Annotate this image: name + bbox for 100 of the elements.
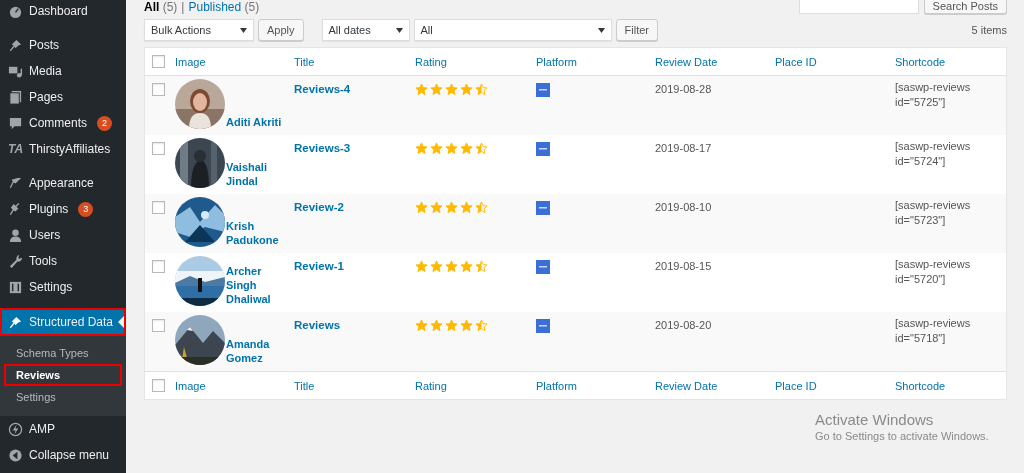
half-star-icon	[475, 142, 488, 155]
submenu-item[interactable]: Schema Types	[4, 342, 122, 364]
search-button[interactable]: Search Posts	[923, 0, 1007, 14]
collapse-icon	[8, 447, 23, 463]
platform-icon	[536, 319, 550, 333]
review-title-link[interactable]: Review-2	[294, 201, 344, 213]
menu-item[interactable]: Tools	[0, 248, 126, 274]
search-field[interactable]	[798, 0, 919, 14]
column-header[interactable]: Place ID	[775, 55, 817, 68]
row-checkbox[interactable]	[152, 260, 165, 273]
activation-notice-text: Go to Settings to activate Windows.	[815, 430, 989, 442]
menu-item[interactable]: Appearance	[0, 170, 126, 196]
star-icon	[430, 83, 443, 96]
column-header[interactable]: Platform	[536, 55, 577, 68]
platform-dropdown[interactable]: All	[413, 19, 612, 41]
column-header[interactable]: Rating	[415, 379, 447, 392]
column-header[interactable]: Review Date	[655, 379, 718, 392]
star-icon	[460, 319, 473, 332]
column-header[interactable]: Platform	[536, 379, 577, 392]
menu-item[interactable]: Dashboard	[0, 0, 126, 24]
row-checkbox[interactable]	[152, 319, 165, 332]
row-checkbox[interactable]	[152, 142, 165, 155]
pin-icon	[8, 314, 23, 330]
row-checkbox[interactable]	[152, 83, 165, 96]
column-header[interactable]: Review Date	[655, 55, 718, 68]
shortcode-text: [saswp-reviews id="5724"]	[895, 139, 972, 169]
column-header[interactable]: Image	[175, 379, 206, 392]
date-dropdown[interactable]: All dates	[321, 19, 410, 41]
star-icon	[430, 319, 443, 332]
menu-item[interactable]: Structured Data	[0, 308, 126, 336]
items-count: 5 items	[971, 24, 1007, 36]
count-badge: 2	[97, 115, 112, 131]
menu-item[interactable]: Collapse menu	[0, 442, 126, 468]
review-date: 2019-08-17	[655, 142, 712, 154]
menu-item[interactable]: Pages	[0, 84, 126, 110]
caret-icon	[240, 27, 247, 33]
reviewer-name[interactable]: Aditi Akriti	[226, 115, 282, 129]
star-icon	[415, 260, 428, 273]
half-star-icon	[475, 319, 488, 332]
review-title-link[interactable]: Reviews-4	[294, 83, 351, 95]
select-all-checkbox[interactable]	[152, 379, 165, 392]
menu-item[interactable]: Settings	[0, 274, 126, 300]
column-header[interactable]: Title	[294, 55, 315, 68]
star-icon	[460, 260, 473, 273]
column-header[interactable]: Shortcode	[895, 379, 946, 392]
menu-item[interactable]: Users	[0, 222, 126, 248]
sliders-icon	[8, 279, 23, 295]
filter-button[interactable]: Filter	[615, 19, 658, 41]
star-icon	[415, 319, 428, 332]
star-icon	[460, 201, 473, 214]
review-title-link[interactable]: Reviews	[294, 319, 341, 331]
half-star-icon	[475, 201, 488, 214]
review-date: 2019-08-15	[655, 260, 712, 272]
reviewer-name[interactable]: Vaishali Jindal	[226, 160, 290, 188]
star-icon	[415, 142, 428, 155]
column-header[interactable]: Rating	[415, 55, 447, 68]
filter-link[interactable]: Published (5)	[188, 0, 260, 14]
reviewer-name[interactable]: Archer Singh Dhaliwal	[226, 264, 290, 306]
lightning-icon	[8, 421, 23, 437]
select-all-checkbox[interactable]	[152, 55, 165, 68]
shortcode-text: [saswp-reviews id="5725"]	[895, 80, 972, 110]
review-date: 2019-08-28	[655, 83, 712, 95]
review-title-link[interactable]: Review-1	[294, 260, 344, 272]
column-header[interactable]: Title	[294, 379, 315, 392]
paintbrush-icon	[8, 175, 23, 191]
shortcode-text: [saswp-reviews id="5723"]	[895, 198, 972, 228]
submenu-item[interactable]: Settings	[4, 386, 122, 408]
apply-button[interactable]: Apply	[258, 19, 304, 41]
wrench-icon	[8, 253, 23, 269]
menu-item[interactable]: AMP	[0, 416, 126, 442]
menu-item[interactable]: Posts	[0, 32, 126, 58]
column-header[interactable]: Image	[175, 55, 206, 68]
filter-link[interactable]: All (5)	[144, 0, 178, 14]
review-date: 2019-08-10	[655, 201, 712, 213]
row-checkbox[interactable]	[152, 201, 165, 214]
star-icon	[460, 142, 473, 155]
count-badge: 3	[78, 201, 94, 217]
menu-item[interactable]: Plugins 3	[0, 196, 126, 222]
submenu-item[interactable]: Reviews	[4, 364, 122, 386]
platform-icon	[536, 260, 550, 274]
menu-item[interactable]: TA ThirstyAffiliates	[0, 136, 126, 162]
bulk-actions-dropdown[interactable]: Bulk Actions	[144, 19, 254, 41]
column-header[interactable]: Shortcode	[895, 55, 946, 68]
half-star-icon	[475, 83, 488, 96]
star-icon	[415, 83, 428, 96]
star-icon	[430, 201, 443, 214]
menu-item[interactable]: Media	[0, 58, 126, 84]
review-title-link[interactable]: Reviews-3	[294, 142, 351, 154]
activation-notice-title: Activate Windows	[815, 411, 935, 428]
menu-item[interactable]: Comments 2	[0, 110, 126, 136]
pin-icon	[8, 37, 23, 53]
current-menu-pointer	[118, 316, 124, 328]
platform-icon	[536, 201, 550, 215]
column-header[interactable]: Place ID	[775, 379, 817, 392]
pages-icon	[8, 89, 23, 105]
star-icon	[445, 260, 458, 273]
star-icon	[445, 319, 458, 332]
shortcode-text: [saswp-reviews id="5718"]	[895, 316, 972, 346]
star-icon	[445, 142, 458, 155]
star-icon	[445, 201, 458, 214]
